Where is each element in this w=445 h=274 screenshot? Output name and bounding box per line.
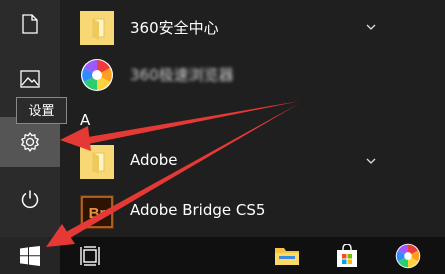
- app-label: Adobe: [130, 151, 178, 169]
- taskbar: [0, 237, 445, 274]
- start-menu-screen: 360安全中心 360极速浏览器 Adobe Br Adobe Bridge C…: [0, 0, 445, 274]
- start-button[interactable]: [0, 237, 60, 274]
- app-label: 360安全中心: [130, 19, 219, 37]
- rail-power-button[interactable]: [0, 175, 60, 223]
- rail-documents-button[interactable]: [0, 0, 60, 48]
- power-icon: [21, 190, 39, 209]
- document-icon: [22, 14, 38, 34]
- 360-browser-icon: [81, 59, 113, 91]
- app-label: Adobe Bridge CS5: [130, 201, 266, 219]
- task-view-button[interactable]: [65, 237, 115, 274]
- file-explorer-button[interactable]: [262, 237, 312, 274]
- settings-tooltip: 设置: [16, 97, 67, 124]
- 360-browser-taskbar-button[interactable]: [383, 237, 433, 274]
- store-button[interactable]: [322, 237, 372, 274]
- app-item-360-browser[interactable]: 360极速浏览器: [60, 50, 445, 100]
- rail-pictures-button[interactable]: [0, 55, 60, 103]
- gear-icon: [21, 132, 39, 152]
- app-item-360-security-center[interactable]: 360安全中心: [60, 3, 445, 53]
- pictures-icon: [20, 70, 40, 88]
- app-list: 360安全中心 360极速浏览器 Adobe Br Adobe Bridge C…: [60, 0, 445, 237]
- app-item-adobe-bridge-cs5[interactable]: Br Adobe Bridge CS5: [60, 187, 445, 237]
- windows-logo-icon: [20, 245, 40, 266]
- chevron-down-icon[interactable]: [365, 21, 377, 33]
- section-letter-header[interactable]: A: [80, 111, 90, 129]
- task-view-icon: [80, 245, 100, 266]
- adobe-bridge-icon: Br: [80, 195, 114, 229]
- app-label: 360极速浏览器: [130, 66, 234, 84]
- svg-text:Br: Br: [89, 205, 106, 222]
- folder-icon: [80, 145, 114, 179]
- 360-browser-icon: [395, 243, 421, 268]
- folder-icon: [275, 247, 299, 265]
- chevron-down-icon[interactable]: [365, 155, 377, 167]
- app-item-adobe[interactable]: Adobe: [60, 137, 445, 187]
- folder-icon: [80, 11, 114, 45]
- store-icon: [337, 243, 357, 267]
